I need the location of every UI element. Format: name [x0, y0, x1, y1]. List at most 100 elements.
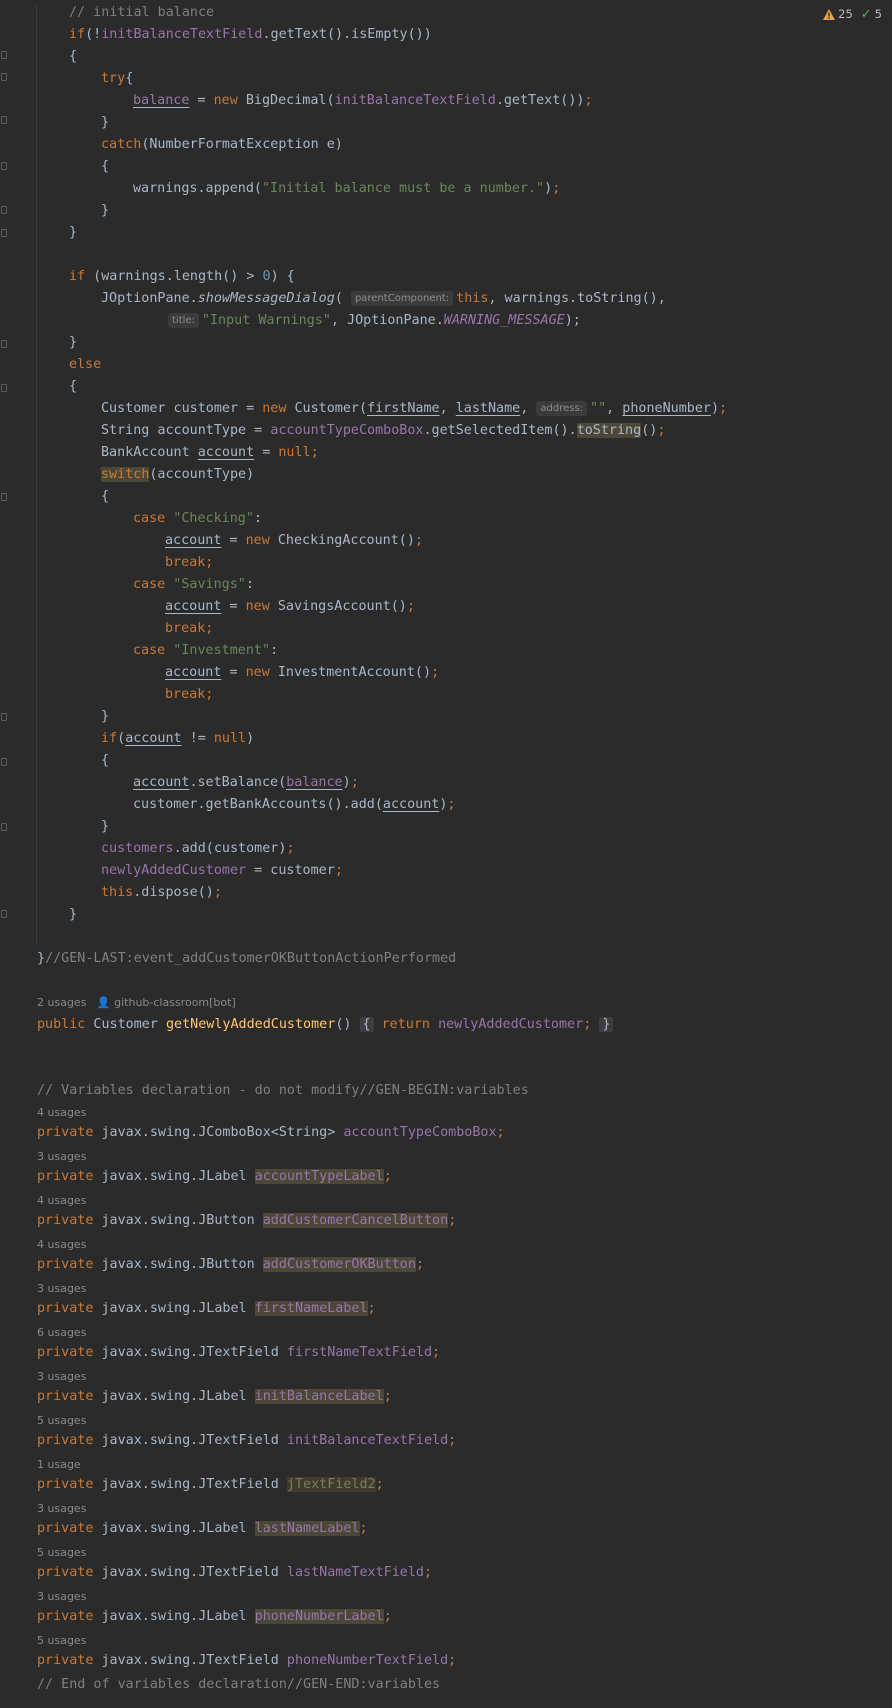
field-declaration: private javax.swing.JLabel lastNameLabel…: [37, 1521, 368, 1536]
field-name: jTextField2: [286, 1477, 376, 1492]
code-line: // initial balance: [69, 5, 215, 20]
field-declaration: private javax.swing.JTextField firstName…: [37, 1345, 441, 1360]
field-declaration: private javax.swing.JTextField lastNameT…: [37, 1565, 433, 1580]
usages-hint[interactable]: 2 usages 👤 github-classroom[bot]: [37, 994, 236, 1012]
code-line: {: [69, 379, 78, 394]
code-line: if (warnings.length() > 0) {: [69, 269, 295, 284]
code-line: {: [101, 159, 110, 174]
folded-region[interactable]: {: [359, 1017, 374, 1032]
fold-marker-icon[interactable]: [1, 229, 7, 237]
usages-hint[interactable]: 3 usages: [37, 1368, 86, 1386]
field-declaration: private javax.swing.JTextField phoneNumb…: [37, 1653, 457, 1668]
usages-hint[interactable]: 5 usages: [37, 1544, 86, 1562]
inspection-widget[interactable]: 25 ✓ 5: [823, 7, 882, 21]
field-declaration: private javax.swing.JButton addCustomerC…: [37, 1213, 457, 1228]
code-line: try{: [101, 71, 134, 86]
code-line: break;: [165, 687, 214, 702]
field-declaration: private javax.swing.JButton addCustomerO…: [37, 1257, 424, 1272]
field-name: lastNameTextField: [286, 1565, 424, 1580]
parameter-hint: address:: [536, 401, 588, 416]
fold-marker-icon[interactable]: [1, 910, 7, 918]
code-line: break;: [165, 555, 214, 570]
usages-hint[interactable]: 3 usages: [37, 1588, 86, 1606]
code-line: }: [101, 819, 110, 834]
code-line: break;: [165, 621, 214, 636]
code-line: }: [69, 907, 78, 922]
usages-hint[interactable]: 4 usages: [37, 1236, 86, 1254]
fold-marker-icon[interactable]: [1, 162, 7, 170]
code-line: {: [69, 49, 78, 64]
fold-marker-icon[interactable]: [1, 206, 7, 214]
folded-region[interactable]: }: [599, 1017, 614, 1032]
usages-hint[interactable]: 3 usages: [37, 1148, 86, 1166]
usages-hint[interactable]: 6 usages: [37, 1324, 86, 1342]
code-line: warnings.append("Initial balance must be…: [133, 181, 561, 196]
usages-hint[interactable]: 3 usages: [37, 1500, 86, 1518]
field-name: initBalanceLabel: [254, 1389, 384, 1404]
field-name: phoneNumberTextField: [286, 1653, 449, 1668]
code-line: public Customer getNewlyAddedCustomer() …: [37, 1014, 614, 1036]
code-line: case "Checking":: [133, 511, 262, 526]
fold-marker-icon[interactable]: [1, 51, 7, 59]
fold-marker-icon[interactable]: [1, 823, 7, 831]
code-line: case "Investment":: [133, 643, 279, 658]
code-line: Customer customer = new Customer(firstNa…: [101, 401, 728, 416]
code-line: // End of variables declaration//GEN-END…: [37, 1677, 441, 1692]
field-name: initBalanceTextField: [286, 1433, 449, 1448]
code-line: account = new InvestmentAccount();: [165, 665, 440, 680]
field-name: accountTypeComboBox: [343, 1125, 497, 1140]
field-declaration: private javax.swing.JLabel accountTypeLa…: [37, 1169, 392, 1184]
person-icon: 👤: [96, 996, 111, 1009]
code-line: catch(NumberFormatException e): [101, 137, 343, 152]
fold-marker-icon[interactable]: [1, 340, 7, 348]
code-line: }//GEN-LAST:event_addCustomerOKButtonAct…: [37, 951, 457, 966]
fold-marker-icon[interactable]: [1, 384, 7, 392]
usages-hint[interactable]: 5 usages: [37, 1412, 86, 1430]
usages-hint[interactable]: 4 usages: [37, 1104, 86, 1122]
field-declaration: private javax.swing.JTextField jTextFiel…: [37, 1477, 384, 1492]
code-line: newlyAddedCustomer = customer;: [101, 863, 343, 878]
field-name: lastNameLabel: [254, 1521, 360, 1536]
field-name: firstNameTextField: [286, 1345, 433, 1360]
weak-warnings-count: 5: [874, 7, 882, 21]
fold-marker-icon[interactable]: [1, 73, 7, 81]
code-line: title: "Input Warnings", JOptionPane.WARN…: [168, 310, 581, 332]
code-line: JOptionPane.showMessageDialog( parentCom…: [101, 291, 666, 306]
code-line: }: [69, 335, 78, 350]
code-line: {: [101, 489, 110, 504]
field-name: firstNameLabel: [254, 1301, 368, 1316]
field-name: accountTypeLabel: [254, 1169, 384, 1184]
code-line: }: [101, 709, 110, 724]
parameter-hint: title:: [168, 313, 199, 328]
code-line: account = new SavingsAccount();: [165, 599, 415, 614]
code-line: if(!initBalanceTextField.getText().isEmp…: [69, 27, 432, 42]
field-name: addCustomerCancelButton: [262, 1213, 449, 1228]
field-declaration: private javax.swing.JTextField initBalan…: [37, 1433, 457, 1448]
fold-marker-icon[interactable]: [1, 713, 7, 721]
warnings-count: 25: [838, 7, 853, 21]
fold-marker-icon[interactable]: [1, 758, 7, 766]
code-line: customers.add(customer);: [101, 841, 295, 856]
usages-hint[interactable]: 5 usages: [37, 1632, 86, 1650]
field-declaration: private javax.swing.JLabel initBalanceLa…: [37, 1389, 392, 1404]
editor-gutter[interactable]: [0, 0, 14, 1708]
weak-warnings-badge[interactable]: ✓ 5: [861, 7, 882, 21]
warning-icon: [823, 8, 836, 20]
field-declaration: private javax.swing.JLabel phoneNumberLa…: [37, 1609, 392, 1624]
code-line: switch(accountType): [101, 467, 255, 482]
fold-marker-icon[interactable]: [1, 116, 7, 124]
warnings-badge[interactable]: 25: [823, 7, 853, 21]
usages-hint[interactable]: 3 usages: [37, 1280, 86, 1298]
code-line: if(account != null): [101, 731, 255, 746]
code-line: }: [101, 115, 110, 130]
fold-marker-icon[interactable]: [1, 493, 7, 501]
code-line: BankAccount account = null;: [101, 445, 319, 460]
code-line: account = new CheckingAccount();: [165, 533, 423, 548]
code-line: else: [69, 357, 102, 372]
usages-hint[interactable]: 4 usages: [37, 1192, 86, 1210]
indent-guide: [36, 4, 37, 944]
code-line: this.dispose();: [101, 885, 222, 900]
usages-hint[interactable]: 1 usage: [37, 1456, 81, 1474]
code-line: // Variables declaration - do not modify…: [37, 1083, 529, 1098]
field-declaration: private javax.swing.JLabel firstNameLabe…: [37, 1301, 376, 1316]
